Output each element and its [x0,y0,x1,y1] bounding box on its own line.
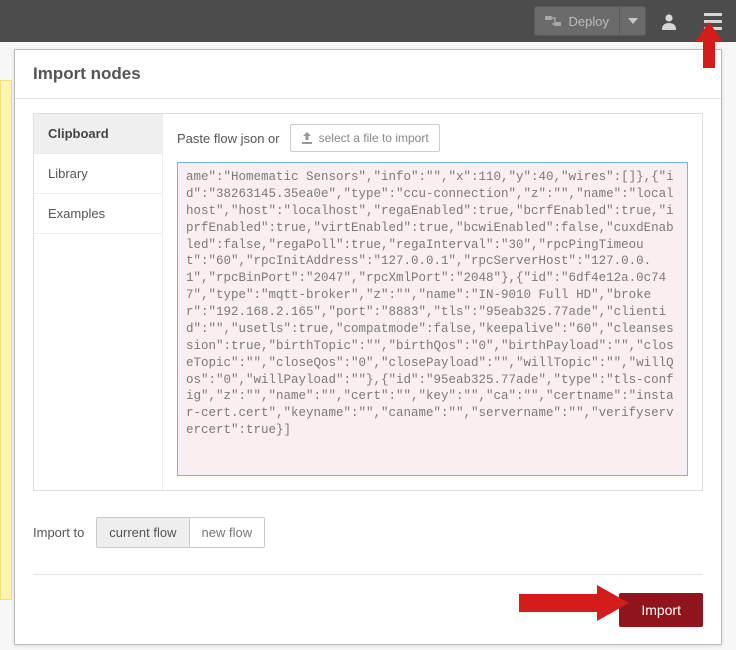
main-menu-button[interactable] [698,6,728,36]
import-to-label: Import to [33,525,84,540]
import-to-row: Import to current flow new flow [33,517,703,575]
paste-row: Paste flow json or select a file to impo… [177,124,688,152]
deploy-icon [545,14,561,28]
import-button[interactable]: Import [619,593,703,627]
clipboard-pane: Paste flow json or select a file to impo… [162,114,702,490]
app-topbar: Deploy [0,0,736,42]
select-file-label: select a file to import [319,131,429,145]
seg-new-flow[interactable]: new flow [189,518,265,547]
dialog-body: Clipboard Library Examples Paste flow js… [33,113,703,491]
upload-icon [301,132,313,144]
dialog-footer: Import [15,575,721,644]
tab-clipboard[interactable]: Clipboard [34,114,162,154]
caret-down-icon [628,18,638,24]
import-dialog: Import nodes Clipboard Library Examples … [14,49,722,645]
deploy-button-group[interactable]: Deploy [534,6,646,36]
dialog-title: Import nodes [15,50,721,99]
callout-arrow-import [519,585,629,621]
tab-library[interactable]: Library [34,154,162,194]
user-menu[interactable] [660,12,690,30]
import-target-segmented: current flow new flow [96,517,265,548]
deploy-label: Deploy [569,14,609,29]
import-source-tabs: Clipboard Library Examples [34,114,162,490]
select-file-button[interactable]: select a file to import [290,124,440,152]
flow-json-input[interactable] [177,162,688,476]
user-icon [660,12,690,30]
tab-examples[interactable]: Examples [34,194,162,234]
seg-current-flow[interactable]: current flow [97,518,188,547]
paste-label: Paste flow json or [177,131,280,146]
deploy-button[interactable]: Deploy [535,7,619,35]
deploy-dropdown-toggle[interactable] [619,7,645,35]
